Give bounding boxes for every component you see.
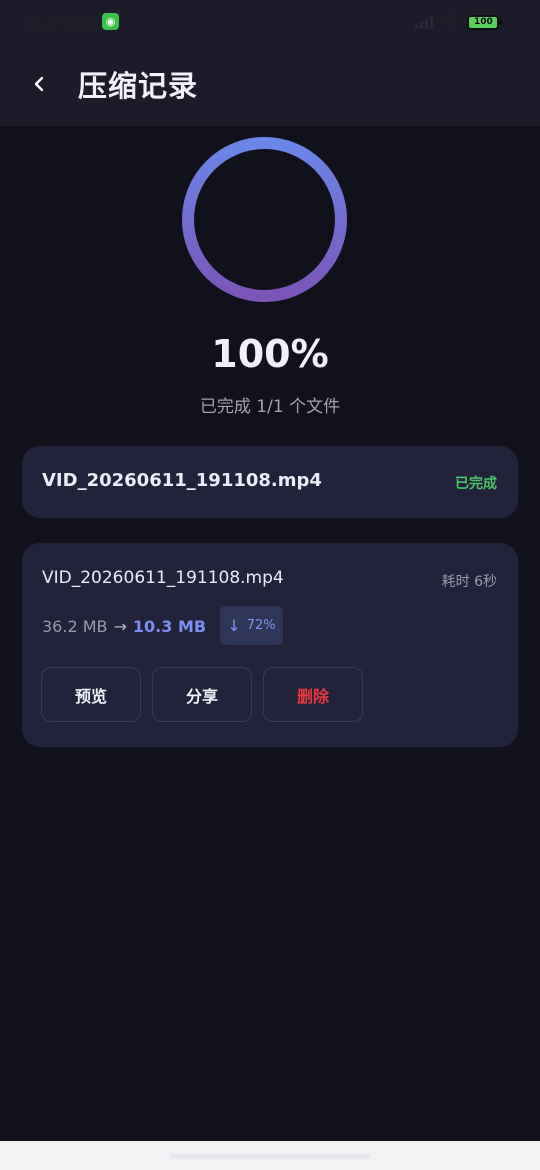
status-icons: 100 ϟ — [415, 12, 514, 32]
reduction-badge: ↓ 72% — [220, 606, 283, 645]
battery-icon: 100 — [467, 14, 503, 30]
charging-bolt-icon: ϟ — [505, 14, 514, 30]
compressed-size: 10.3 MB — [132, 617, 207, 636]
header: 压缩记录 — [0, 44, 540, 126]
home-indicator[interactable] — [170, 1154, 370, 1159]
signal-icon — [415, 15, 434, 29]
wifi-icon — [440, 14, 460, 29]
progress-ring — [182, 137, 347, 302]
status-bar: 晚上7:09 ◉ 100 ϟ — [0, 0, 540, 44]
result-card: VID_20260611_191108.mp4 耗时 6秒 36.2 MB → … — [22, 543, 518, 747]
original-size: 36.2 MB — [42, 617, 108, 636]
action-buttons: 预览 分享 删除 — [41, 667, 363, 722]
share-button[interactable]: 分享 — [152, 667, 252, 722]
compress-duration: 耗时 6秒 — [441, 574, 497, 590]
file-card[interactable]: VID_20260611_191108.mp4 已完成 — [22, 446, 518, 518]
status-time: 晚上7:09 — [28, 16, 100, 35]
down-arrow-icon: ↓ — [227, 616, 241, 635]
reduction-percent: 72% — [246, 618, 276, 633]
progress-percent: 100% — [211, 332, 329, 376]
preview-button[interactable]: 预览 — [41, 667, 141, 722]
file-status-badge: 已完成 — [455, 476, 497, 492]
size-comparison: 36.2 MB → 10.3 MB — [42, 617, 206, 636]
page-title: 压缩记录 — [78, 69, 199, 103]
delete-button[interactable]: 删除 — [263, 667, 363, 722]
result-file-name: VID_20260611_191108.mp4 — [42, 568, 284, 588]
file-name: VID_20260611_191108.mp4 — [42, 470, 322, 491]
arrow-right-icon: → — [113, 617, 127, 636]
wechat-icon: ◉ — [102, 13, 119, 30]
progress-subtitle: 已完成 1/1 个文件 — [199, 397, 341, 417]
chevron-left-icon — [34, 76, 44, 92]
back-button[interactable] — [22, 62, 56, 106]
